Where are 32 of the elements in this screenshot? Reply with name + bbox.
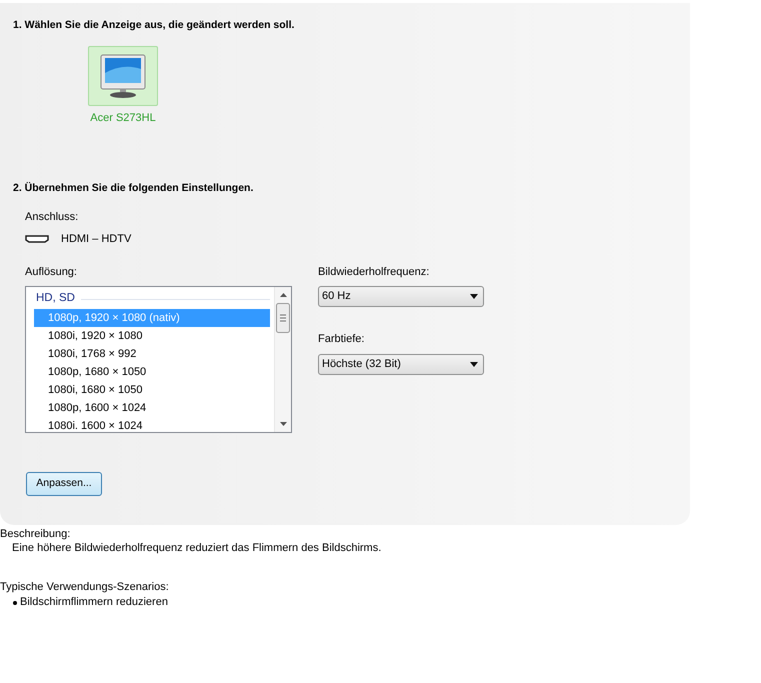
resolution-item[interactable]: 1080i. 1600 × 1024: [34, 417, 270, 432]
refresh-rate-label: Bildwiederholfrequenz:: [318, 264, 430, 280]
refresh-rate-dropdown[interactable]: 60 Hz: [318, 286, 484, 307]
customize-button[interactable]: Anpassen...: [26, 472, 102, 496]
resolution-item[interactable]: 1080i, 1680 × 1050: [34, 381, 270, 399]
description-text: Eine höhere Bildwiederholfrequenz reduziert das Flimmern des Bildschirms.: [12, 541, 382, 556]
scenarios-label: Typische Verwendungs-Szenarios:: [0, 580, 170, 595]
description-label: Beschreibung:: [0, 528, 72, 541]
monitor-icon: [98, 53, 148, 99]
dropdown-arrow-icon: [470, 362, 478, 366]
scroll-up-icon[interactable]: [280, 293, 286, 297]
resolution-item[interactable]: 1080p, 1680 × 1050: [34, 363, 270, 381]
color-depth-dropdown[interactable]: Höchste (32 Bit): [318, 354, 484, 374]
connection-label: Anschluss:: [25, 210, 80, 224]
section-heading: 2. Übernehmen Sie die folgenden Einstellungen.: [13, 180, 254, 194]
display-label: Acer S273HL: [90, 111, 156, 126]
resolution-item[interactable]: 1080i, 1768 × 992: [34, 345, 270, 363]
resolution-item[interactable]: 1080p, 1600 × 1024: [34, 399, 270, 417]
resolution-label: Auflösung:: [25, 264, 78, 280]
scroll-down-icon[interactable]: [280, 422, 286, 426]
resolution-item[interactable]: 1080i, 1920 × 1080: [34, 327, 270, 345]
bullet-icon: [13, 600, 17, 604]
display-tile[interactable]: [88, 46, 158, 106]
dropdown-arrow-icon: [470, 294, 478, 299]
hdmi-icon: [25, 235, 49, 244]
group-header: HD, SD: [36, 291, 75, 306]
scrollbar-thumb[interactable]: [276, 303, 290, 333]
section-heading: 1. Wählen Sie die Anzeige aus, die geändert werden soll.: [13, 18, 296, 32]
color-depth-label: Farbtiefe:: [318, 332, 366, 347]
scenario-item: Bildschirmflimmern reduzieren: [20, 595, 168, 610]
resolution-list[interactable]: HD, SD 1080p, 1920 × 1080 (nativ) 1080i, 1920 × 1080 1080i, 1768 × 992 1080p, 1680 × 1050 1080i, 1680 × 1050 1080p, 1600 × 1024 1080i. 1600 × 1024: [25, 286, 292, 433]
connection-value: HDMI – HDTV: [61, 232, 132, 247]
